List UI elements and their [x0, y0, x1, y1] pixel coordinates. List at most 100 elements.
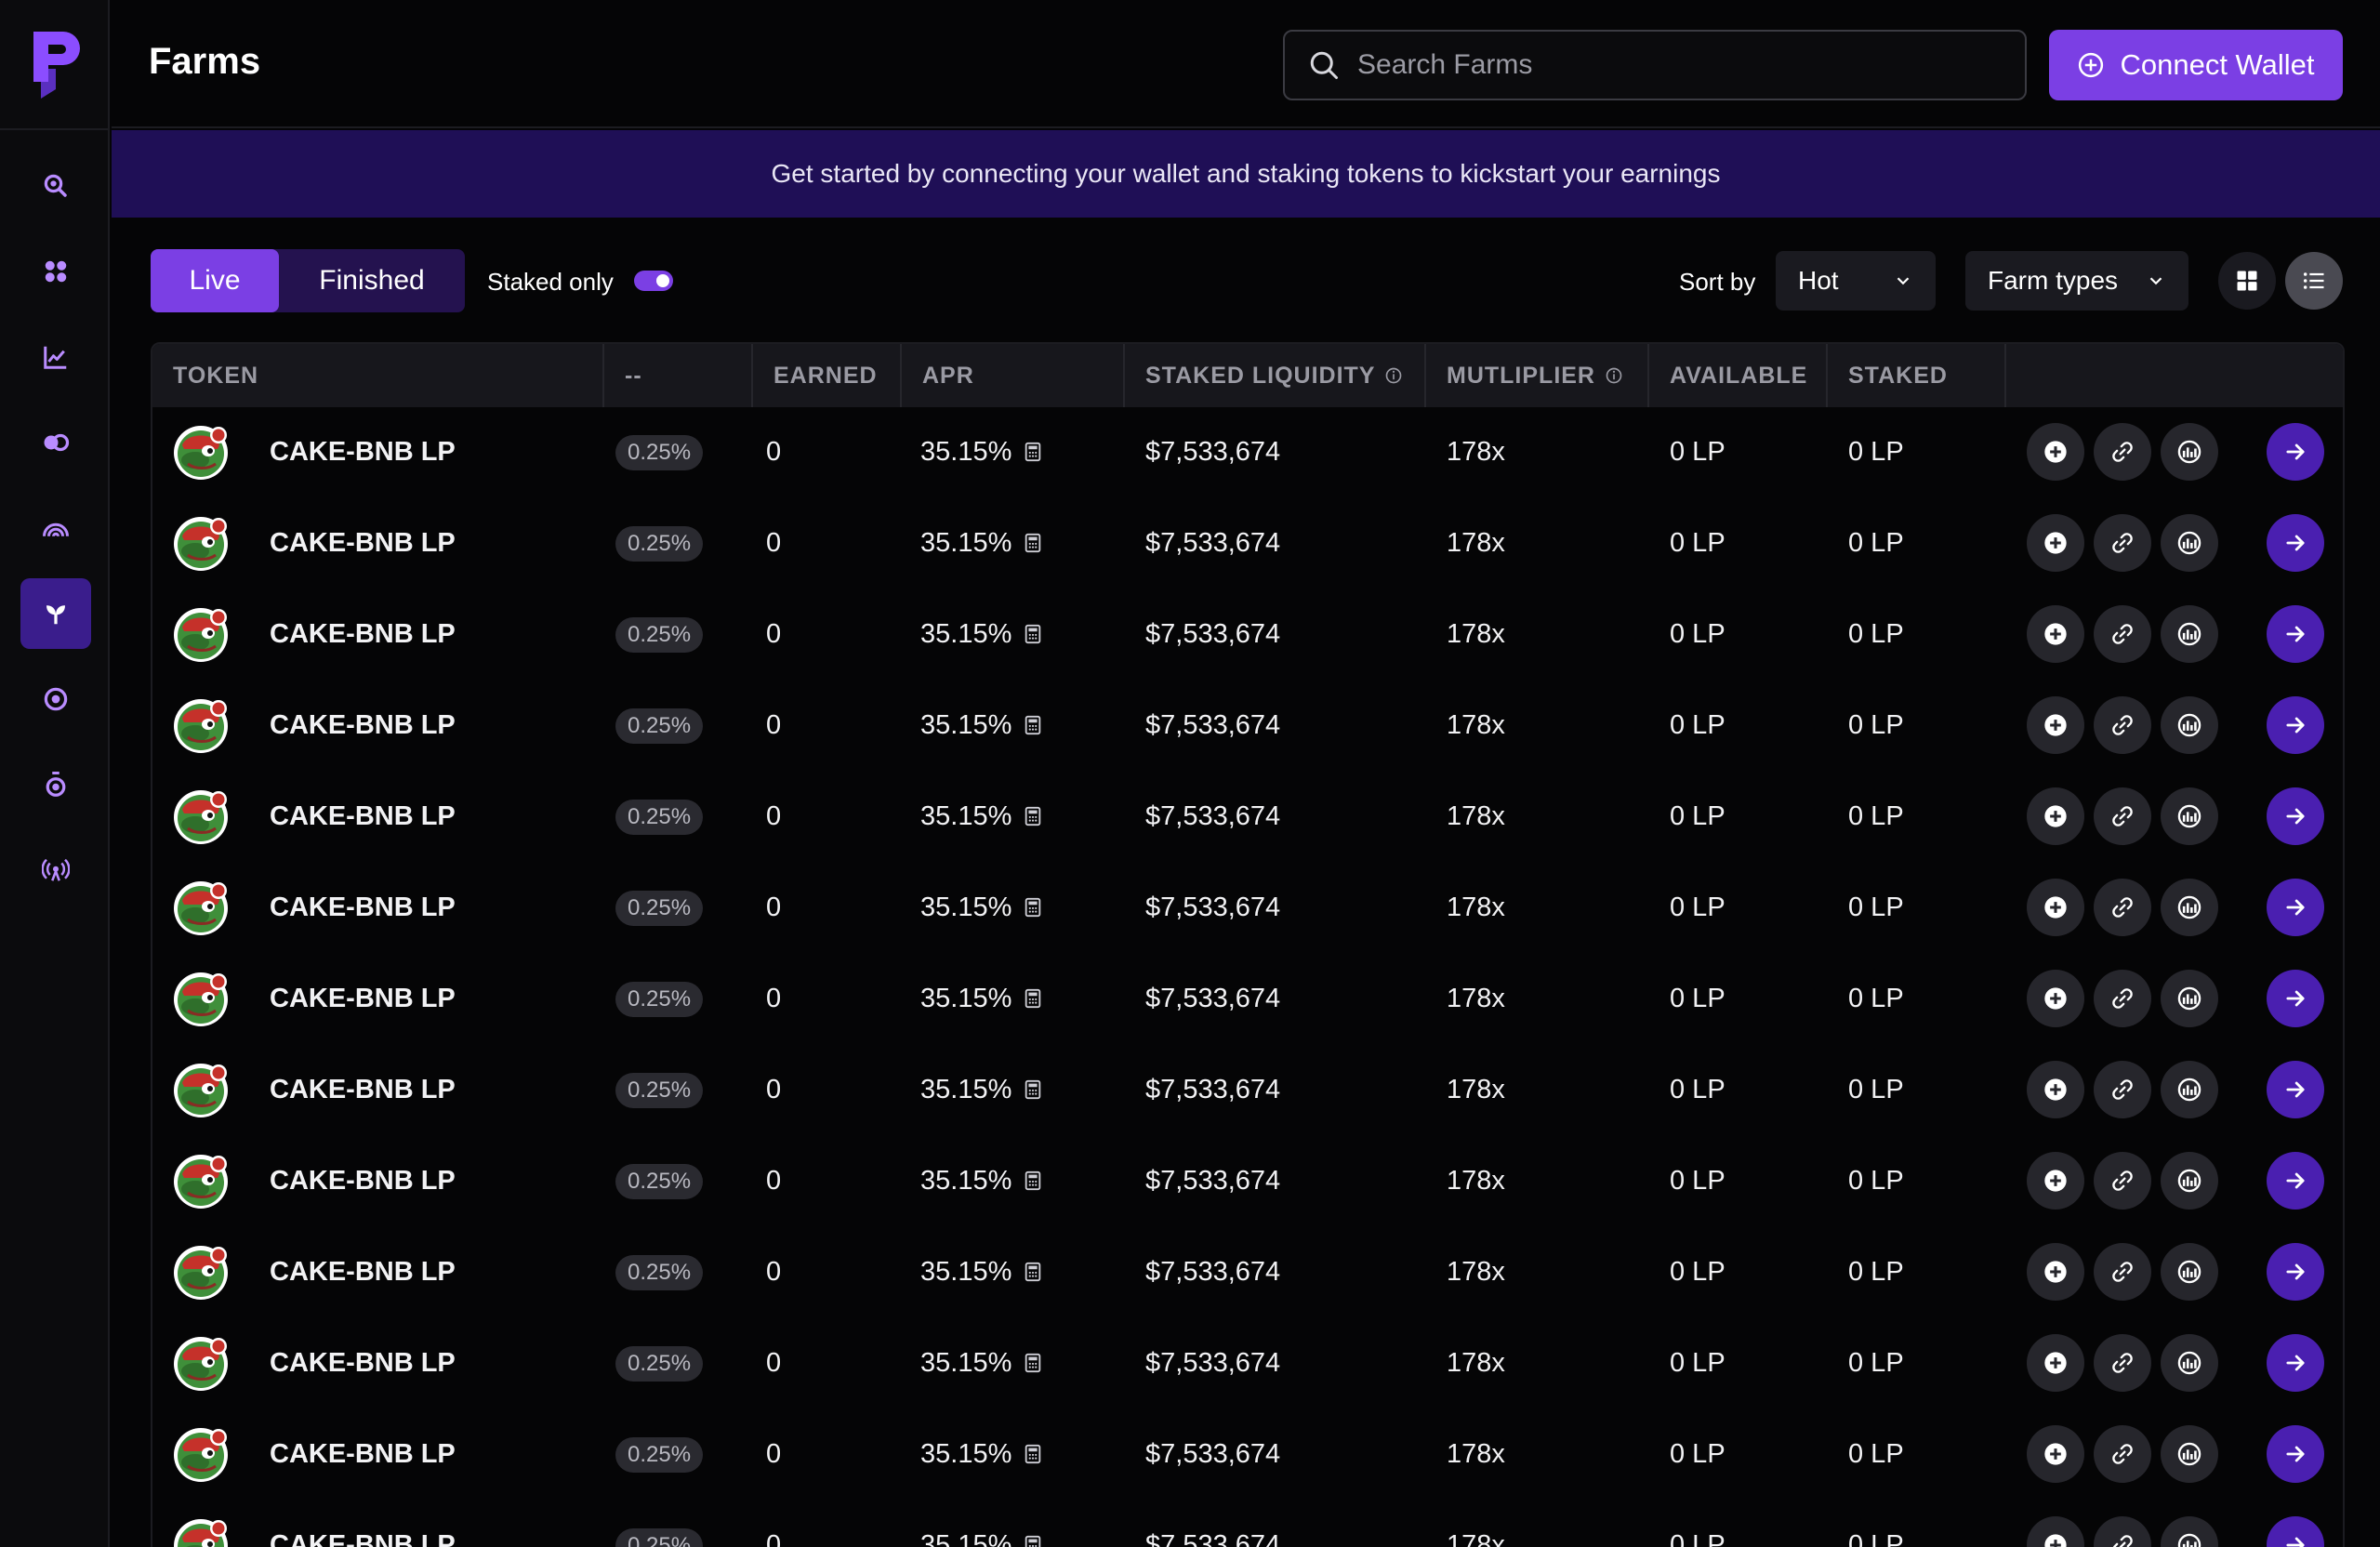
add-liquidity-button[interactable] [2027, 1243, 2084, 1301]
add-liquidity-button[interactable] [2027, 1061, 2084, 1118]
calculator-icon[interactable] [1023, 806, 1043, 826]
column-header-token[interactable]: TOKEN [152, 344, 604, 407]
contract-link-button[interactable] [2094, 514, 2151, 572]
column-header-staked[interactable]: STAKED [1828, 344, 2006, 407]
table-row[interactable]: CAKE-BNB LP 0.25% 0 35.15% $7,533,674 17… [152, 498, 2343, 588]
calculator-icon[interactable] [1023, 442, 1043, 462]
analytics-button[interactable] [2161, 1516, 2218, 1547]
sidebar-item-timer[interactable] [20, 749, 91, 820]
add-liquidity-button[interactable] [2027, 879, 2084, 936]
analytics-button[interactable] [2161, 1152, 2218, 1210]
open-farm-button[interactable] [2267, 1243, 2324, 1301]
table-row[interactable]: CAKE-BNB LP 0.25% 0 35.15% $7,533,674 17… [152, 772, 2343, 861]
open-farm-button[interactable] [2267, 696, 2324, 754]
analytics-button[interactable] [2161, 970, 2218, 1027]
contract-link-button[interactable] [2094, 696, 2151, 754]
column-header-fee[interactable]: -- [604, 344, 753, 407]
contract-link-button[interactable] [2094, 1061, 2151, 1118]
calculator-icon[interactable] [1023, 1170, 1043, 1191]
open-farm-button[interactable] [2267, 605, 2324, 663]
sidebar-item-farms[interactable] [20, 578, 91, 649]
sidebar-item-broadcast[interactable] [20, 835, 91, 906]
analytics-button[interactable] [2161, 879, 2218, 936]
calculator-icon[interactable] [1023, 988, 1043, 1009]
contract-link-button[interactable] [2094, 787, 2151, 845]
calculator-icon[interactable] [1023, 1353, 1043, 1373]
table-row[interactable]: CAKE-BNB LP 0.25% 0 35.15% $7,533,674 17… [152, 407, 2343, 496]
column-header-available[interactable]: AVAILABLE [1649, 344, 1828, 407]
table-row[interactable]: CAKE-BNB LP 0.25% 0 35.15% $7,533,674 17… [152, 1318, 2343, 1408]
column-header-staked-liquidity[interactable]: STAKED LIQUIDITY [1125, 344, 1426, 407]
calculator-icon[interactable] [1023, 1535, 1043, 1547]
add-liquidity-button[interactable] [2027, 787, 2084, 845]
add-liquidity-button[interactable] [2027, 514, 2084, 572]
contract-link-button[interactable] [2094, 423, 2151, 481]
contract-link-button[interactable] [2094, 970, 2151, 1027]
open-farm-button[interactable] [2267, 1061, 2324, 1118]
calculator-icon[interactable] [1023, 1444, 1043, 1464]
add-liquidity-button[interactable] [2027, 1425, 2084, 1483]
analytics-button[interactable] [2161, 1425, 2218, 1483]
contract-link-button[interactable] [2094, 1152, 2151, 1210]
analytics-button[interactable] [2161, 423, 2218, 481]
analytics-button[interactable] [2161, 787, 2218, 845]
column-header-multiplier[interactable]: MUTLIPLIER [1426, 344, 1649, 407]
open-farm-button[interactable] [2267, 1334, 2324, 1392]
table-row[interactable]: CAKE-BNB LP 0.25% 0 35.15% $7,533,674 17… [152, 1501, 2343, 1547]
table-row[interactable]: CAKE-BNB LP 0.25% 0 35.15% $7,533,674 17… [152, 1045, 2343, 1134]
calculator-icon[interactable] [1023, 533, 1043, 553]
grid-view-button[interactable] [2218, 252, 2276, 310]
open-farm-button[interactable] [2267, 1425, 2324, 1483]
sidebar-item-search[interactable] [20, 151, 91, 221]
contract-link-button[interactable] [2094, 605, 2151, 663]
open-farm-button[interactable] [2267, 970, 2324, 1027]
sort-select[interactable]: Hot [1776, 251, 1936, 311]
staked-only-switch[interactable] [634, 271, 673, 291]
sidebar-item-swap[interactable] [20, 407, 91, 478]
open-farm-button[interactable] [2267, 879, 2324, 936]
contract-link-button[interactable] [2094, 879, 2151, 936]
calculator-icon[interactable] [1023, 624, 1043, 644]
add-liquidity-button[interactable] [2027, 1334, 2084, 1392]
open-farm-button[interactable] [2267, 423, 2324, 481]
contract-link-button[interactable] [2094, 1516, 2151, 1547]
contract-link-button[interactable] [2094, 1243, 2151, 1301]
contract-link-button[interactable] [2094, 1425, 2151, 1483]
add-liquidity-button[interactable] [2027, 970, 2084, 1027]
column-header-apr[interactable]: APR [902, 344, 1125, 407]
analytics-button[interactable] [2161, 1243, 2218, 1301]
sidebar-item-chart[interactable] [20, 322, 91, 392]
analytics-button[interactable] [2161, 1334, 2218, 1392]
sidebar-item-apps[interactable] [20, 236, 91, 307]
tab-live[interactable]: Live [151, 249, 279, 312]
info-icon[interactable] [1384, 366, 1403, 385]
brand-logo-icon[interactable] [28, 28, 84, 102]
table-row[interactable]: CAKE-BNB LP 0.25% 0 35.15% $7,533,674 17… [152, 863, 2343, 952]
contract-link-button[interactable] [2094, 1334, 2151, 1392]
search-box[interactable] [1283, 30, 2027, 100]
connect-wallet-button[interactable]: Connect Wallet [2049, 30, 2343, 100]
analytics-button[interactable] [2161, 1061, 2218, 1118]
table-row[interactable]: CAKE-BNB LP 0.25% 0 35.15% $7,533,674 17… [152, 1409, 2343, 1499]
farm-types-select[interactable]: Farm types [1965, 251, 2188, 311]
analytics-button[interactable] [2161, 514, 2218, 572]
analytics-button[interactable] [2161, 605, 2218, 663]
open-farm-button[interactable] [2267, 1516, 2324, 1547]
open-farm-button[interactable] [2267, 514, 2324, 572]
info-icon[interactable] [1605, 366, 1623, 385]
open-farm-button[interactable] [2267, 1152, 2324, 1210]
add-liquidity-button[interactable] [2027, 1152, 2084, 1210]
add-liquidity-button[interactable] [2027, 696, 2084, 754]
calculator-icon[interactable] [1023, 715, 1043, 735]
add-liquidity-button[interactable] [2027, 605, 2084, 663]
search-input[interactable] [1357, 49, 1990, 81]
add-liquidity-button[interactable] [2027, 423, 2084, 481]
sidebar-item-rainbow[interactable] [20, 493, 91, 563]
add-liquidity-button[interactable] [2027, 1516, 2084, 1547]
table-row[interactable]: CAKE-BNB LP 0.25% 0 35.15% $7,533,674 17… [152, 1227, 2343, 1316]
calculator-icon[interactable] [1023, 1262, 1043, 1282]
analytics-button[interactable] [2161, 696, 2218, 754]
table-row[interactable]: CAKE-BNB LP 0.25% 0 35.15% $7,533,674 17… [152, 681, 2343, 770]
list-view-button[interactable] [2285, 252, 2343, 310]
calculator-icon[interactable] [1023, 897, 1043, 918]
